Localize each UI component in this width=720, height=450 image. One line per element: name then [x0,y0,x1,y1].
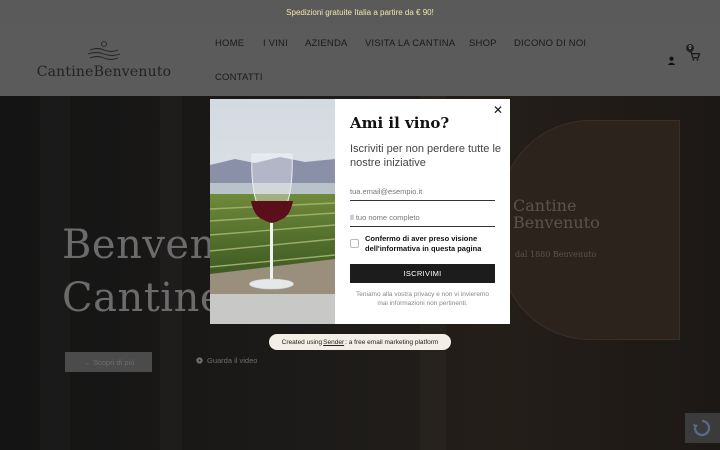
privacy-note: Teniamo alla vostra privacy e non vi inv… [356,291,489,307]
cellar-column [160,96,182,450]
barrel-logo: Cantine Benvenuto [513,197,600,231]
email-field[interactable] [350,183,495,201]
recaptcha-icon [693,419,711,437]
nav-azienda[interactable]: AZIENDA [305,38,348,49]
sender-credit-badge: Created using Sender : a free email mark… [269,334,451,350]
site-header: CantineBenvenuto HOME I VINI AZIENDA VIS… [0,24,720,96]
popup-form: ✕ Ami il vino? Iscriviti per non perdere… [335,99,510,324]
wine-glass-image [210,99,335,324]
popup-title: Ami il vino? [350,114,450,132]
full-name-field[interactable] [350,209,495,227]
barrel-caption: dal 1880 Benvenuto [515,250,597,259]
popup-subtitle: Iscriviti per non perdere tutte le nostr… [350,143,502,169]
barrel-logo-line1: Cantine [513,196,577,215]
nav-contatti[interactable]: CONTATTI [215,72,263,83]
hero-title-line2: Cantine [62,275,225,321]
nav-home[interactable]: HOME [215,38,244,49]
discover-more-button[interactable]: → Scopri di più [65,352,152,372]
sender-credit-prefix: Created using [281,338,323,346]
site-logo[interactable]: CantineBenvenuto [34,40,174,86]
nav-dicono-di-noi[interactable]: DICONO DI NOI [514,38,586,49]
shipping-banner: Spedizioni gratuite Italia a partire da … [0,0,720,24]
nav-i-vini[interactable]: I VINI [263,38,288,49]
cart-count-badge: 0 [686,44,694,52]
watch-video-link[interactable]: Guarda il video [196,356,257,365]
watch-video-label: Guarda il video [207,356,258,365]
barrel-logo-line2: Benvenuto [513,213,600,232]
waves-logo-icon [87,41,121,60]
nav-shop[interactable]: SHOP [469,38,497,49]
play-circle-icon [196,357,203,364]
cellar-column [40,96,70,450]
sender-link[interactable]: Sender [323,339,344,346]
subscribe-button[interactable]: ISCRIVIMI [350,264,495,283]
user-account-icon[interactable] [667,56,676,65]
recaptcha-badge[interactable] [685,413,720,443]
sender-credit-suffix: : a free email marketing platform [345,338,439,346]
cart-icon[interactable] [689,51,700,61]
discover-more-label: Scopri di più [93,357,135,367]
nav-visita-la-cantina[interactable]: VISITA LA CANTINA [365,38,455,49]
consent-label: Confermo di aver preso visione dell'info… [365,234,482,253]
consent-checkbox[interactable] [350,239,359,248]
shipping-banner-text: Spedizioni gratuite Italia a partire da … [286,7,434,17]
logo-text: CantineBenvenuto [36,64,172,80]
close-icon[interactable]: ✕ [492,104,504,116]
newsletter-popup: ✕ Ami il vino? Iscriviti per non perdere… [210,99,510,324]
arrow-right-icon: → [82,357,91,367]
